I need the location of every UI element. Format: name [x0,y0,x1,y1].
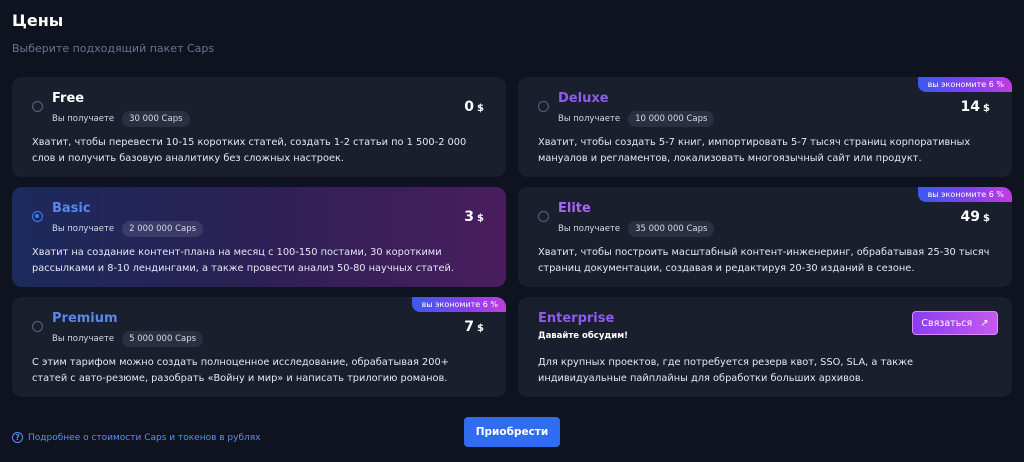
plan-card-elite[interactable]: вы экономите 6 % Elite Вы получаете 35 0… [518,187,1012,287]
caps-pill: 35 000 000 Caps [628,221,715,237]
arrow-up-right-icon: ↗ [980,317,989,329]
plan-radio-selected[interactable] [32,211,43,222]
price-value: 0 [464,99,475,115]
savings-badge: вы экономите 6 % [917,187,1012,202]
plan-radio[interactable] [32,321,43,332]
contact-button[interactable]: Связаться ↗ [912,311,998,335]
plan-card-free[interactable]: Free Вы получаете 30 000 Caps 0 $ Хватит,… [12,77,506,177]
price-currency: $ [477,103,484,114]
price-currency: $ [983,103,990,114]
price-value: 3 [464,209,475,225]
plan-description: Хватит, чтобы построить масштабный конте… [538,247,990,274]
pricing-info-link-text: Подробнее о стоимости Caps и токенов в р… [28,432,261,443]
caps-pill: 10 000 000 Caps [628,111,715,127]
caps-pill: 5 000 000 Caps [122,331,204,347]
price-value: 14 [960,99,981,115]
price-currency: $ [477,213,484,224]
plan-price: 49 $ [961,209,990,225]
savings-badge: вы экономите 6 % [411,297,506,312]
plan-card-basic[interactable]: Basic Вы получаете 2 000 000 Caps 3 $ Хва… [12,187,506,287]
plan-name: Elite [558,201,591,216]
plan-description: Хватит, чтобы перевести 10-15 коротких с… [32,137,467,164]
receive-label: Вы получаете [52,114,115,124]
receive-label: Вы получаете [52,334,115,344]
plan-receive: Вы получаете 5 000 000 Caps [52,331,204,347]
plan-description: С этим тарифом можно создать полноценное… [32,357,449,384]
receive-label: Вы получаете [52,224,115,234]
contact-label: Связаться [921,317,973,329]
plan-receive: Вы получаете 30 000 Caps [52,111,190,127]
plan-card-deluxe[interactable]: вы экономите 6 % Deluxe Вы получаете 10 … [518,77,1012,177]
pricing-info-link[interactable]: ? Подробнее о стоимости Caps и токенов в… [12,432,261,443]
plan-description: Для крупных проектов, где потребуется ре… [538,357,913,384]
plan-description: Хватит на создание контент-плана на меся… [32,247,455,274]
plan-price: 14 $ [961,99,990,115]
plan-radio[interactable] [538,101,549,112]
plan-receive: Вы получаете 2 000 000 Caps [52,221,204,237]
price-currency: $ [983,213,990,224]
question-circle-icon: ? [12,432,23,443]
price-value: 7 [464,319,475,335]
receive-label: Вы получаете [558,114,621,124]
receive-label: Вы получаете [558,224,621,234]
plan-name: Free [52,91,85,106]
page-subtitle: Выберите подходящий пакет Caps [12,42,215,55]
plan-description: Хватит, чтобы создать 5-7 книг, импортир… [538,137,971,164]
buy-button[interactable]: Приобрести [464,417,560,447]
plan-card-premium[interactable]: вы экономите 6 % Premium Вы получаете 5 … [12,297,506,397]
plan-price: 0 $ [464,99,484,115]
plan-name: Basic [52,201,91,216]
enterprise-subtitle: Давайте обсудим! [538,331,629,341]
plan-price: 3 $ [464,209,484,225]
plan-card-enterprise: Enterprise Давайте обсудим! Связаться ↗ … [518,297,1012,397]
caps-pill: 30 000 Caps [122,111,190,127]
price-value: 49 [960,209,981,225]
plan-receive: Вы получаете 10 000 000 Caps [558,111,715,127]
plan-radio[interactable] [538,211,549,222]
plan-name: Deluxe [558,91,609,106]
plan-radio[interactable] [32,101,43,112]
plan-price: 7 $ [464,319,484,335]
savings-badge: вы экономите 6 % [917,77,1012,92]
plan-receive: Вы получаете 35 000 000 Caps [558,221,715,237]
plan-name: Enterprise [538,311,615,326]
caps-pill: 2 000 000 Caps [122,221,204,237]
page-title: Цены [12,11,64,30]
plan-name: Premium [52,311,118,326]
price-currency: $ [477,323,484,334]
